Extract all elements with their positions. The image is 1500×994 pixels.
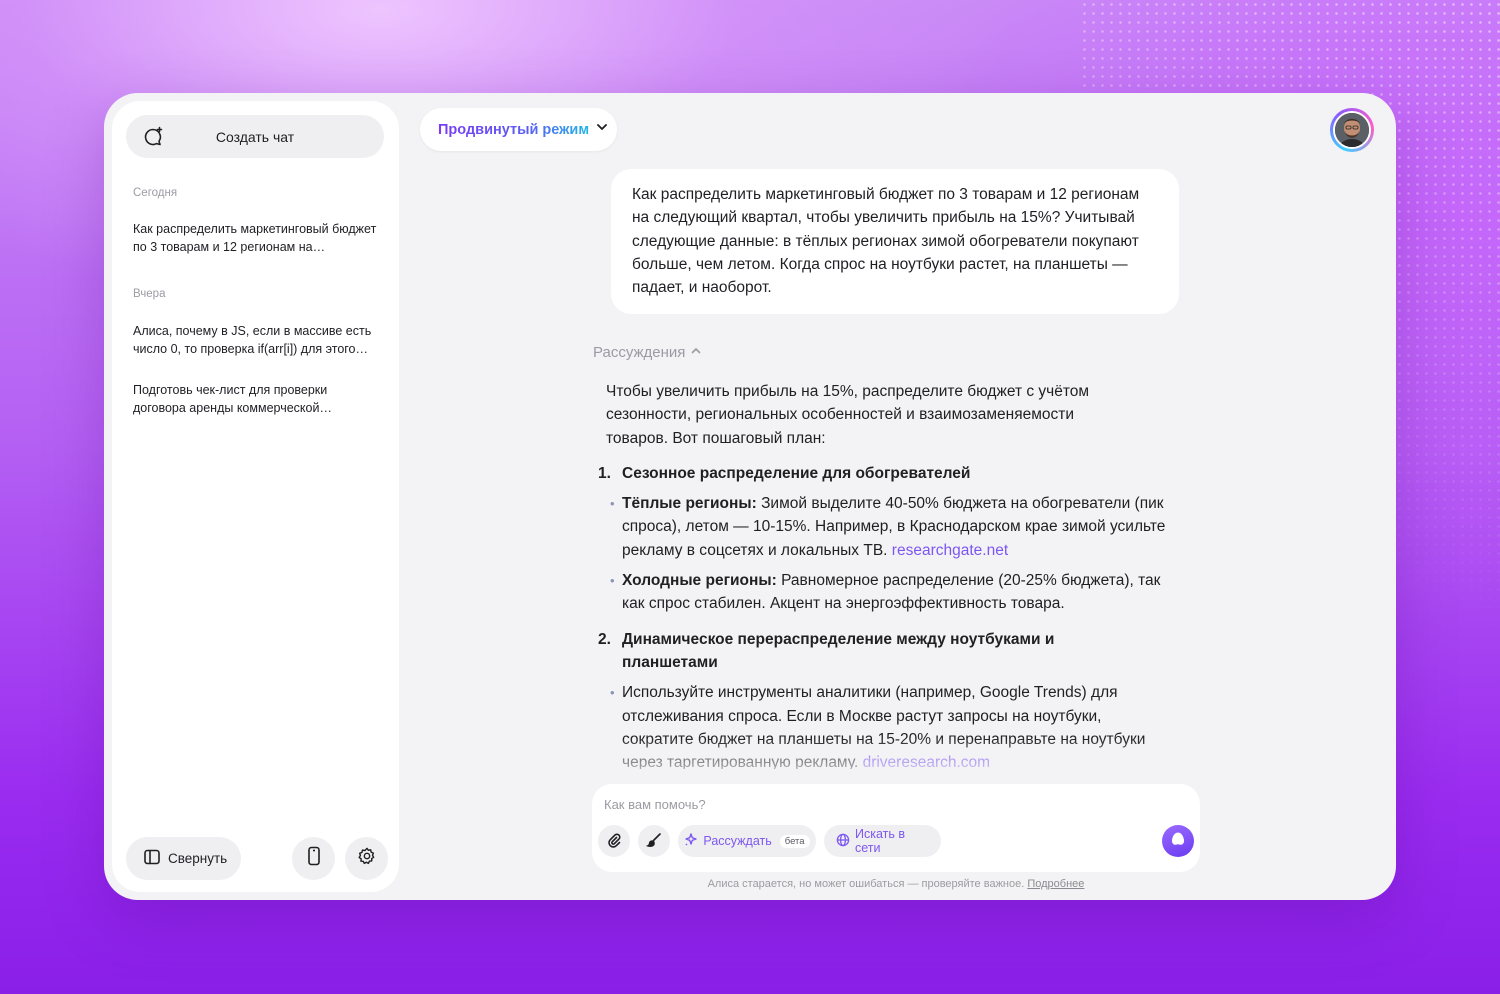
history-item[interactable]: Подготовь чек-лист для проверки договора…	[133, 381, 383, 417]
paperclip-icon	[606, 832, 622, 851]
search-label: Искать в сети	[855, 827, 906, 855]
bullet-bold: Холодные регионы:	[622, 572, 777, 590]
message-input[interactable]	[602, 792, 1186, 816]
answer-section-title: 2. Динамическое перераспределение между …	[592, 628, 1192, 675]
new-chat-button[interactable]: Создать чат	[126, 115, 384, 158]
new-chat-label: Создать чат	[215, 128, 295, 145]
disclaimer: Алиса старается, но может ошибаться — пр…	[592, 878, 1200, 890]
collapse-label: Свернуть	[168, 851, 228, 866]
collapse-sidebar-button[interactable]: Свернуть	[126, 837, 241, 880]
user-message-bubble: Как распределить маркетинговый бюджет по…	[611, 169, 1179, 314]
history-group-today: Сегодня	[133, 187, 178, 199]
message-composer: Рассуждать бета Искать в сети	[592, 784, 1200, 872]
bullet-dot: •	[610, 496, 615, 512]
attach-button[interactable]	[598, 825, 630, 857]
web-search-button[interactable]: Искать в сети	[824, 825, 941, 857]
source-link[interactable]: researchgate.net	[892, 542, 1008, 559]
globe-icon	[836, 833, 850, 850]
more-info-link[interactable]: Подробнее	[1027, 878, 1084, 890]
sparkle-icon	[684, 832, 698, 850]
answer-intro: Чтобы увеличить прибыль на 15%, распреде…	[606, 383, 1090, 447]
bullet-dot: •	[610, 685, 615, 701]
history-item[interactable]: Алиса, почему в JS, если в массиве есть …	[133, 322, 383, 358]
answer-bullet: • Используйте инструменты аналитики (нап…	[610, 681, 1192, 769]
chat-plus-icon	[142, 126, 164, 148]
send-button[interactable]	[1162, 825, 1194, 857]
bullet-dot: •	[610, 573, 615, 589]
gear-icon	[357, 846, 377, 871]
phone-icon	[306, 846, 322, 871]
brush-icon	[645, 832, 662, 851]
section-title-text: Динамическое перераспределение между ноу…	[622, 630, 1055, 671]
draw-button[interactable]	[638, 825, 670, 857]
user-avatar[interactable]	[1330, 108, 1374, 152]
app-window: Создать чат Сегодня Как распределить мар…	[104, 93, 1396, 900]
reason-mode-button[interactable]: Рассуждать бета	[678, 825, 816, 857]
beta-badge: бета	[779, 834, 810, 848]
chevron-down-icon	[595, 120, 609, 139]
assistant-answer: Чтобы увеличить прибыль на 15%, распреде…	[592, 370, 1192, 769]
section-title-text: Сезонное распределение для обогревателей	[622, 464, 971, 482]
mode-label: Продвинутый режим	[438, 121, 590, 138]
alice-send-icon	[1169, 830, 1187, 853]
history-group-yesterday: Вчера	[133, 288, 166, 300]
answer-section-title: 1. Сезонное распределение для обогревате…	[592, 462, 1192, 485]
answer-bullet: • Тёплые регионы: Зимой выделите 40-50% …	[610, 492, 1192, 562]
history-item[interactable]: Как распределить маркетинговый бюджет по…	[133, 220, 383, 256]
mobile-app-button[interactable]	[292, 837, 335, 880]
disclaimer-text: Алиса старается, но может ошибаться — пр…	[707, 878, 1025, 890]
mode-selector[interactable]: Продвинутый режим	[420, 108, 617, 151]
sidebar: Создать чат Сегодня Как распределить мар…	[112, 101, 399, 892]
bullet-bold: Тёплые регионы:	[622, 495, 757, 513]
reasoning-label: Рассуждения	[593, 344, 686, 361]
answer-bullet: • Холодные регионы: Равномерное распреде…	[610, 569, 1192, 616]
reasoning-toggle[interactable]: Рассуждения	[593, 344, 702, 361]
avatar-photo	[1333, 111, 1371, 149]
sidebar-panel-icon	[143, 848, 161, 869]
section-number: 2.	[598, 630, 611, 648]
section-number: 1.	[598, 464, 611, 482]
reason-label: Рассуждать	[703, 834, 772, 848]
chevron-up-icon	[690, 344, 702, 361]
source-link[interactable]: driveresearch.com	[863, 754, 991, 769]
settings-button[interactable]	[345, 837, 388, 880]
